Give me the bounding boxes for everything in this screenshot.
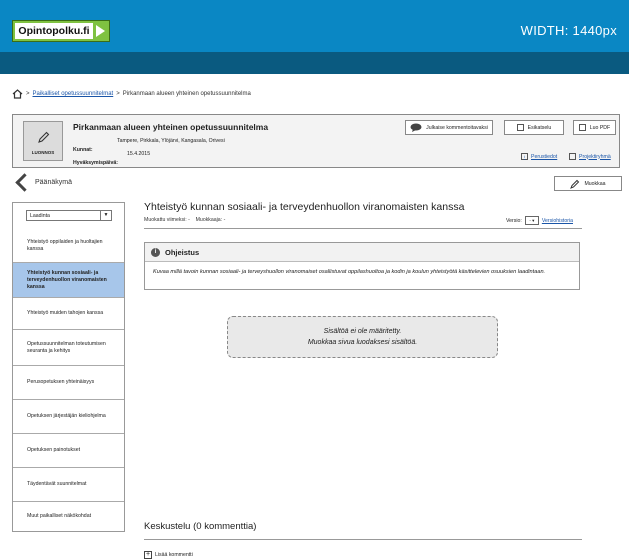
version-label: Versio:: [506, 217, 522, 224]
sidebar-item-label: Perusopetuksen yhteinäisyys: [27, 379, 95, 385]
document-icon: [516, 124, 524, 131]
breadcrumb-link-local-curricula[interactable]: Paikalliset opetussuunnitelmat: [33, 91, 114, 97]
breadcrumb-current: Pirkanmaan alueen yhteinen opetussuunnit…: [122, 91, 251, 97]
approval-row: Hyväksymispäivä:: [73, 151, 118, 169]
info-icon: i: [521, 153, 528, 160]
chevron-down-icon: ▼: [100, 211, 111, 220]
sidebar-item-label: Opetuksen järjestäjän kieliohjelma: [27, 413, 106, 419]
preview-button[interactable]: Esikatselu: [504, 120, 564, 135]
back-label: Päänäkymä: [35, 178, 72, 186]
breadcrumb-separator: >: [116, 91, 120, 97]
sidebar-item-label: Opetuksen painotukset: [27, 447, 81, 453]
preview-label: Esikatselu: [527, 124, 552, 131]
sidebar-item-label: Yhteistyö oppilaiden ja huoltajien kanss…: [27, 239, 103, 252]
chevron-left-icon: [15, 172, 34, 192]
logo-text: Opintopolku.fi: [15, 23, 93, 39]
project-group-label: Projektiryhmä: [579, 153, 611, 160]
approval-date-value: 15.4.2015: [127, 151, 151, 157]
draft-status-box: LUONNOS: [23, 121, 63, 161]
basic-info-link[interactable]: i Perustiedot: [521, 153, 557, 160]
section-title: Yhteistyö kunnan sosiaali- ja terveydenh…: [144, 201, 465, 213]
version-select-value: -: [529, 218, 531, 223]
speech-bubble-icon: [410, 123, 422, 132]
sidebar-item-label: Muut paikalliset näkökohdat: [27, 513, 92, 519]
guidance-header: i Ohjeistus: [145, 243, 579, 262]
version-history-link[interactable]: Versiohistoria: [542, 218, 573, 224]
empty-line-1: Sisältöä ei ole määritetty.: [323, 328, 402, 335]
sidebar-item-label: Yhteistyö kunnan sosiaali- ja terveydenh…: [27, 269, 107, 290]
draft-status-label: LUONNOS: [31, 150, 55, 155]
version-select[interactable]: - ▾: [524, 216, 539, 225]
empty-line-2: Muokkaa sivua luodaksesi sisältöä.: [307, 339, 418, 346]
sidebar-item-coherence[interactable]: Perusopetuksen yhteinäisyys: [13, 366, 124, 400]
plus-icon: +: [144, 551, 152, 559]
version-control: Versio: - ▾ Versiohistoria: [506, 216, 573, 225]
edit-button[interactable]: Muokkaa: [554, 176, 622, 191]
discussion-title: Keskustelu (0 kommenttia): [144, 521, 257, 532]
sidebar-item-language-program[interactable]: Opetuksen järjestäjän kieliohjelma: [13, 400, 124, 434]
publish-label: Julkaise kommentoitavaksi: [426, 124, 488, 131]
sidebar-item-social-health[interactable]: Yhteistyö kunnan sosiaali- ja terveydenh…: [13, 263, 124, 298]
pencil-icon: [570, 179, 580, 189]
pencil-icon: [38, 131, 50, 143]
project-group-link[interactable]: Projektiryhmä: [569, 153, 611, 160]
sidebar-item-label: Täydentävät suunnitelmat: [27, 481, 87, 487]
publish-for-comments-button[interactable]: Julkaise kommentoitavaksi: [405, 120, 493, 135]
opintopolku-logo[interactable]: Opintopolku.fi: [12, 20, 110, 42]
sidebar-item-label: Opetussuunnitelman toteutumisen seuranta…: [27, 340, 106, 354]
breadcrumb-separator: >: [26, 91, 30, 97]
approval-date-label: Hyväksymispäivä:: [73, 160, 118, 166]
info-icon: i: [151, 248, 160, 257]
add-comment-button[interactable]: + Lisää kommentti: [144, 551, 193, 559]
discussion-divider: [144, 539, 582, 540]
group-icon: [569, 153, 576, 160]
guidance-text: Kuvaa millä tavoin kunnan sosiaali- ja t…: [153, 269, 546, 275]
header-sub-bar: [0, 52, 629, 74]
editor-label: Muokkaaja: -: [195, 217, 226, 223]
width-annotation: WIDTH: 1440px: [520, 23, 617, 38]
sidebar-item-students-guardians[interactable]: Yhteistyö oppilaiden ja huoltajien kanss…: [13, 230, 124, 263]
edit-label: Muokkaa: [584, 180, 606, 187]
guidance-title: Ohjeistus: [165, 248, 200, 257]
create-pdf-button[interactable]: Luo PDF: [573, 120, 616, 135]
municipalities-value: Tampere, Pirkkala, Ylöjärvi, Kangasala, …: [117, 138, 225, 144]
empty-content-placeholder[interactable]: Sisältöä ei ole määritetty. Muokkaa sivu…: [227, 316, 498, 358]
sidebar-item-other-local[interactable]: Muut paikalliset näkökohdat: [13, 502, 124, 531]
phase-select-value: Laadinta: [30, 213, 50, 219]
back-to-main-link[interactable]: Päänäkymä: [14, 172, 72, 192]
pdf-icon: [578, 124, 586, 131]
breadcrumb: > Paikalliset opetussuunnitelmat > Pirka…: [12, 88, 251, 100]
section-sidebar: Laadinta ▼ Yhteistyö oppilaiden ja huolt…: [12, 202, 125, 532]
section-meta: Muokattu viimeksi: - Muokkaaja: -: [144, 217, 225, 223]
sidebar-item-monitoring[interactable]: Opetussuunnitelman toteutumisen seuranta…: [13, 330, 124, 366]
phase-select[interactable]: Laadinta ▼: [26, 210, 112, 221]
sidebar-item-supplementary-plans[interactable]: Täydentävät suunnitelmat: [13, 468, 124, 502]
sidebar-item-other-parties[interactable]: Yhteistyö muiden tahojen kanssa: [13, 298, 124, 330]
last-modified-label: Muokattu viimeksi: -: [144, 217, 190, 223]
basic-info-label: Perustiedot: [531, 153, 558, 160]
guidance-box: i Ohjeistus Kuvaa millä tavoin kunnan so…: [144, 242, 580, 290]
plan-info-panel: LUONNOS Pirkanmaan alueen yhteinen opetu…: [12, 114, 620, 168]
add-comment-label: Lisää kommentti: [155, 552, 193, 558]
sidebar-item-label: Yhteistyö muiden tahojen kanssa: [27, 310, 104, 316]
home-icon[interactable]: [12, 89, 23, 99]
plan-title: Pirkanmaan alueen yhteinen opetussuunnit…: [73, 122, 269, 132]
logo-arrow-icon: [96, 25, 105, 37]
sidebar-item-emphases[interactable]: Opetuksen painotukset: [13, 434, 124, 468]
title-divider: [144, 228, 582, 229]
pdf-label: Luo PDF: [589, 124, 611, 131]
